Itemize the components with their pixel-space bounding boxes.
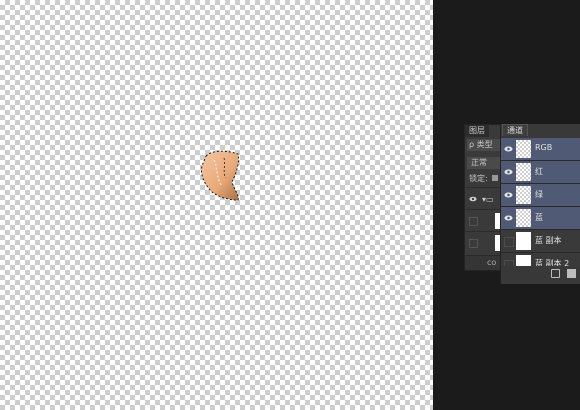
channel-row-blue[interactable]: 蓝 <box>501 207 580 230</box>
channel-label: 蓝 <box>535 213 543 222</box>
layers-footer: co <box>465 255 505 270</box>
load-selection-icon[interactable] <box>551 269 560 278</box>
lock-transparent-icon[interactable] <box>492 175 499 181</box>
visibility-toggle-empty[interactable] <box>469 217 478 226</box>
channel-thumbnail <box>516 163 531 181</box>
channel-label: RGB <box>535 143 553 152</box>
tab-layers[interactable]: 图层 <box>465 125 489 137</box>
channel-thumbnail <box>516 186 531 204</box>
eye-icon[interactable] <box>504 145 513 153</box>
eye-icon[interactable] <box>469 195 477 203</box>
channel-label: 绿 <box>535 190 543 199</box>
eye-icon[interactable] <box>504 168 513 176</box>
channels-footer <box>501 266 580 280</box>
channel-label: 红 <box>535 167 543 176</box>
visibility-toggle-empty[interactable] <box>504 237 514 247</box>
layer-row[interactable]: ▾▭ <box>465 187 505 210</box>
new-channel-icon[interactable] <box>567 269 576 278</box>
channels-panel: 通道 RGB 红 绿 蓝 蓝 副本 蓝 副本 2 <box>500 124 580 284</box>
link-layers-icon[interactable]: co <box>487 258 496 267</box>
tab-channels[interactable]: 通道 <box>502 124 528 136</box>
document-canvas[interactable] <box>0 0 433 410</box>
eye-icon[interactable] <box>504 214 513 222</box>
channel-row-green[interactable]: 绿 <box>501 184 580 207</box>
lock-label-text: 锁定: <box>469 174 488 183</box>
layer-row[interactable] <box>465 209 505 232</box>
channel-row-rgb[interactable]: RGB <box>501 138 580 161</box>
selected-image-fragment[interactable] <box>196 148 244 204</box>
channel-row-blue-copy[interactable]: 蓝 副本 <box>501 230 580 253</box>
visibility-toggle-empty[interactable] <box>469 239 478 248</box>
group-folder-icon: ▾▭ <box>482 195 494 204</box>
channel-thumbnail <box>516 209 531 227</box>
channel-thumbnail <box>516 140 531 158</box>
channel-thumbnail <box>516 232 531 250</box>
channel-row-red[interactable]: 红 <box>501 161 580 184</box>
layer-row[interactable] <box>465 231 505 254</box>
channel-label: 蓝 副本 <box>535 236 562 245</box>
eye-icon[interactable] <box>504 191 513 199</box>
